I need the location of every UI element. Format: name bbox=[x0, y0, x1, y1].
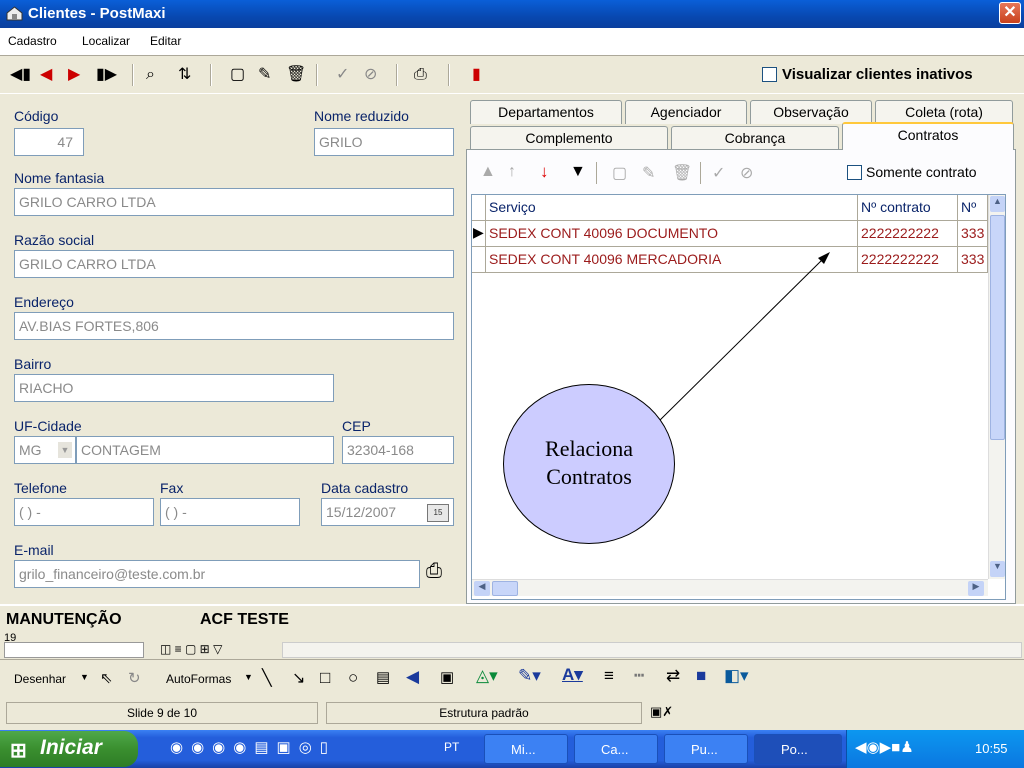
callout-bubble: Relaciona Contratos bbox=[503, 384, 675, 544]
clock: 10:55 bbox=[975, 741, 1008, 756]
slide-info: Slide 9 de 10 bbox=[6, 702, 318, 724]
chevron-down-icon: ▼ bbox=[244, 672, 253, 682]
3d-icon[interactable]: ◧▾ bbox=[724, 666, 749, 686]
line-style-icon[interactable]: ≡ bbox=[604, 666, 614, 686]
windows-logo-icon: ⊞ bbox=[10, 740, 27, 762]
autoshapes-menu[interactable]: AutoFormas bbox=[166, 672, 231, 686]
taskbar-item[interactable]: Mi... bbox=[484, 734, 568, 764]
dash-style-icon[interactable]: ┅ bbox=[634, 666, 644, 686]
taskbar: ⊞ Iniciar ◉◉◉◉▤▣◎▯ PT Mi... Ca... Pu... … bbox=[0, 730, 1024, 768]
taskbar-item-active[interactable]: Po... bbox=[754, 734, 842, 764]
design-name: Estrutura padrão bbox=[326, 702, 642, 724]
chevron-down-icon: ▼ bbox=[80, 672, 89, 682]
font-color-icon[interactable]: A▾ bbox=[562, 665, 583, 685]
status-mode: MANUTENÇÃO bbox=[6, 611, 122, 628]
ppt-view-bar: 19 ◫ ≡ ▢ ⊞ ▽ bbox=[0, 632, 1024, 660]
select-arrow-icon[interactable]: ⇖ bbox=[100, 669, 113, 687]
fill-color-icon[interactable]: ◬▾ bbox=[476, 666, 498, 686]
taskbar-item[interactable]: Pu... bbox=[664, 734, 748, 764]
ppt-drawing-toolbar: Desenhar ▼ ⇖ ↻ AutoFormas ▼ ╲ ↘ □ ○ ▤ ◀ … bbox=[0, 662, 1024, 698]
ppt-hscroll[interactable] bbox=[4, 642, 144, 658]
callout-line1: Relaciona bbox=[545, 436, 633, 461]
ppt-scroll-track[interactable] bbox=[282, 642, 1022, 658]
rotate-icon[interactable]: ↻ bbox=[128, 669, 141, 687]
textbox-icon[interactable]: ▤ bbox=[376, 668, 390, 686]
shadow-icon[interactable]: ■ bbox=[696, 666, 706, 686]
arrow-style-icon[interactable]: ⇄ bbox=[666, 666, 680, 686]
status-user: ACF TESTE bbox=[200, 611, 289, 628]
system-tray: ◀◉▶■♟ 10:55 bbox=[846, 730, 1024, 768]
start-label: Iniciar bbox=[40, 736, 102, 759]
draw-menu[interactable]: Desenhar bbox=[14, 672, 66, 686]
oval-icon[interactable]: ○ bbox=[348, 668, 358, 688]
clipart-icon[interactable]: ▣ bbox=[440, 668, 454, 686]
spellcheck-icon[interactable]: ▣✗ bbox=[650, 704, 673, 720]
status-bar: MANUTENÇÃO ACF TESTE bbox=[0, 604, 1024, 632]
rectangle-icon[interactable]: □ bbox=[320, 668, 330, 688]
line-icon[interactable]: ╲ bbox=[262, 668, 272, 688]
quicklaunch-icons[interactable]: ◉◉◉◉▤▣◎▯ bbox=[170, 738, 336, 756]
powerpoint-bars: 19 ◫ ≡ ▢ ⊞ ▽ Desenhar ▼ ⇖ ↻ AutoFormas ▼… bbox=[0, 632, 1024, 730]
start-button[interactable]: ⊞ Iniciar bbox=[0, 731, 138, 767]
wordart-icon[interactable]: ◀ bbox=[406, 667, 419, 687]
view-buttons-icon[interactable]: ◫ ≡ ▢ ⊞ ▽ bbox=[160, 642, 222, 656]
language-indicator[interactable]: PT bbox=[444, 740, 459, 754]
callout-line2: Contratos bbox=[546, 464, 632, 489]
line-color-icon[interactable]: ✎▾ bbox=[518, 666, 541, 686]
ppt-status-bar: Slide 9 de 10 Estrutura padrão ▣✗ bbox=[0, 700, 1024, 726]
arrow-icon[interactable]: ↘ bbox=[292, 668, 305, 688]
tray-icons[interactable]: ◀◉▶■♟ bbox=[855, 738, 914, 756]
taskbar-item[interactable]: Ca... bbox=[574, 734, 658, 764]
